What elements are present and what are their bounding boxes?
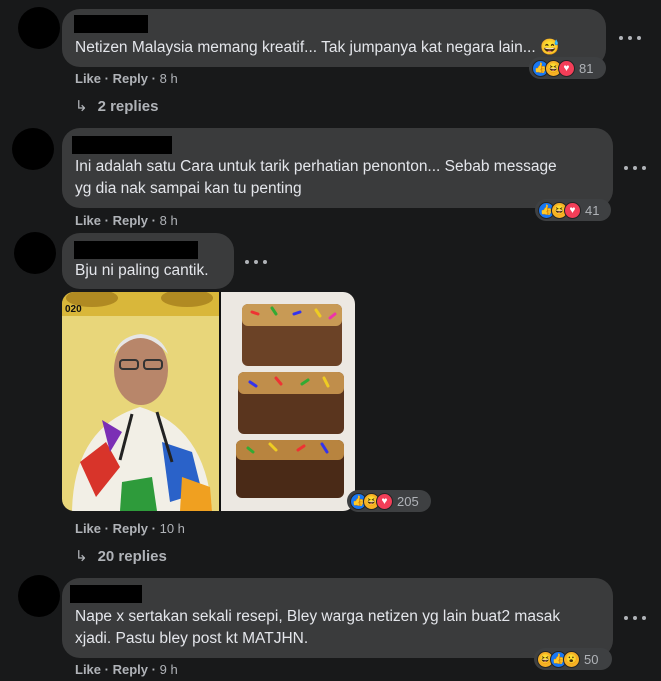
- more-options-button[interactable]: [624, 163, 646, 173]
- comment-text: Bju ni paling cantik.: [75, 262, 209, 279]
- reaction-summary[interactable]: 👍 😆 ♥ 81: [529, 57, 606, 79]
- replies-count-label: 20 replies: [97, 548, 167, 565]
- view-replies-link[interactable]: ↳ 2 replies: [75, 97, 158, 115]
- photo-collage: 020: [62, 292, 355, 511]
- redacted-name: [70, 585, 142, 603]
- photo-overlay-text: 020: [65, 304, 82, 315]
- comment-bubble: Bju ni paling cantik.: [62, 233, 234, 289]
- comment-text: Netizen Malaysia memang kreatif... Tak j…: [75, 39, 560, 56]
- reaction-count: 41: [585, 202, 600, 218]
- like-link[interactable]: Like: [75, 521, 101, 536]
- comment-actions: Like · Reply · 8 h: [75, 71, 178, 86]
- reaction-summary[interactable]: 👍 😆 ♥ 205: [347, 490, 431, 512]
- love-icon: ♥: [564, 201, 581, 219]
- redacted-name: [74, 241, 198, 259]
- timestamp[interactable]: 9 h: [160, 662, 178, 677]
- comment-actions: Like · Reply · 8 h: [75, 213, 178, 228]
- timestamp[interactable]: 8 h: [160, 213, 178, 228]
- more-options-button[interactable]: [245, 257, 267, 267]
- like-link[interactable]: Like: [75, 213, 101, 228]
- comment-bubble: Netizen Malaysia memang kreatif... Tak j…: [62, 9, 606, 67]
- comment-actions: Like · Reply · 10 h: [75, 521, 185, 536]
- reply-link[interactable]: Reply: [113, 71, 148, 86]
- comment-text-line: xjadi. Pastu bley post kt MATJHN.: [75, 630, 309, 647]
- reply-link[interactable]: Reply: [113, 213, 148, 228]
- like-link[interactable]: Like: [75, 662, 101, 677]
- commenter-avatar[interactable]: [14, 232, 56, 274]
- comment-bubble: Ini adalah satu Cara untuk tarik perhati…: [62, 128, 613, 208]
- more-options-button[interactable]: [624, 613, 646, 623]
- love-icon: ♥: [376, 492, 393, 510]
- separator: ·: [151, 521, 156, 536]
- comment-bubble: Nape x sertakan sekali resepi, Bley warg…: [62, 578, 613, 658]
- separator: ·: [104, 521, 109, 536]
- comment-actions: Like · Reply · 9 h: [75, 662, 178, 677]
- commenter-avatar[interactable]: [18, 575, 60, 617]
- replies-count-label: 2 replies: [97, 98, 159, 115]
- comment-text-line: yg dia nak sampai kan tu penting: [75, 180, 302, 197]
- like-link[interactable]: Like: [75, 71, 101, 86]
- reaction-count: 205: [397, 493, 419, 509]
- comment-photo[interactable]: 020: [62, 292, 355, 511]
- reaction-summary[interactable]: 👍 😆 ♥ 41: [535, 199, 611, 221]
- reply-arrow-icon: ↳: [75, 98, 88, 115]
- separator: ·: [151, 213, 156, 228]
- redacted-name: [72, 136, 172, 154]
- reply-arrow-icon: ↳: [75, 548, 88, 565]
- reaction-count: 50: [584, 651, 599, 667]
- view-replies-link[interactable]: ↳ 20 replies: [75, 547, 167, 565]
- timestamp[interactable]: 8 h: [160, 71, 178, 86]
- comment-text-line: Ini adalah satu Cara untuk tarik perhati…: [75, 158, 557, 175]
- comment-text-line: Nape x sertakan sekali resepi, Bley warg…: [75, 608, 561, 625]
- reaction-summary[interactable]: 😆 👍 😮 50: [534, 648, 612, 670]
- reply-link[interactable]: Reply: [113, 662, 148, 677]
- separator: ·: [104, 662, 109, 677]
- separator: ·: [151, 71, 156, 86]
- timestamp[interactable]: 10 h: [160, 521, 185, 536]
- separator: ·: [151, 662, 156, 677]
- separator: ·: [104, 213, 109, 228]
- love-icon: ♥: [558, 59, 575, 77]
- commenter-avatar[interactable]: [18, 7, 60, 49]
- more-options-button[interactable]: [619, 33, 641, 43]
- reply-link[interactable]: Reply: [113, 521, 148, 536]
- commenter-avatar[interactable]: [12, 128, 54, 170]
- redacted-name: [74, 15, 148, 33]
- wow-icon: 😮: [563, 650, 580, 668]
- reaction-count: 81: [579, 60, 594, 76]
- separator: ·: [104, 71, 109, 86]
